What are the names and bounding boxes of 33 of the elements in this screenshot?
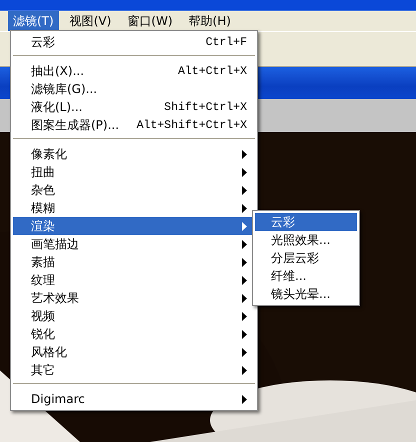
menu-title[interactable]: 滤镜(T) xyxy=(8,10,59,32)
menu-item[interactable]: 模糊 xyxy=(13,199,255,217)
menu-item[interactable]: 纤维... xyxy=(255,267,357,285)
menu-item[interactable]: 画笔描边 xyxy=(13,235,255,253)
menu-item[interactable]: 素描 xyxy=(13,253,255,271)
menu-item[interactable]: 渲染 xyxy=(13,217,255,235)
menu-item[interactable]: 锐化 xyxy=(13,325,255,343)
menu-item[interactable]: 艺术效果 xyxy=(13,289,255,307)
menu-item[interactable]: 抽出(X)... Alt+Ctrl+X xyxy=(13,62,255,80)
menu-title[interactable]: 帮助(H) xyxy=(184,10,236,32)
menu-item[interactable]: 液化(L)... Shift+Ctrl+X xyxy=(13,98,255,116)
menu-title[interactable]: 视图(V) xyxy=(64,10,116,32)
menu-title[interactable]: 窗口(W) xyxy=(122,10,178,32)
shortcut-text: Shift+Ctrl+X xyxy=(164,100,247,114)
menu-item[interactable]: 云彩 Ctrl+F xyxy=(13,33,255,51)
menu-item[interactable]: 光照效果... xyxy=(255,231,357,249)
menu-item[interactable]: 像素化 xyxy=(13,145,255,163)
menu-item[interactable]: 风格化 xyxy=(13,343,255,361)
menu-item[interactable]: 纹理 xyxy=(13,271,255,289)
menu-item[interactable]: 扭曲 xyxy=(13,163,255,181)
menu-item[interactable]: 杂色 xyxy=(13,181,255,199)
menu-item[interactable]: 其它 xyxy=(13,361,255,379)
shortcut-text: Alt+Shift+Ctrl+X xyxy=(136,118,247,132)
shortcut-text: Alt+Ctrl+X xyxy=(178,64,247,78)
menu-item[interactable]: 分层云彩 xyxy=(255,249,357,267)
menu-item[interactable]: Digimarc xyxy=(13,390,255,408)
menu-item[interactable]: 镜头光晕... xyxy=(255,285,357,303)
menu-item[interactable]: 图案生成器(P)... Alt+Shift+Ctrl+X xyxy=(13,116,255,134)
shortcut-text: Ctrl+F xyxy=(206,36,247,48)
menu-item[interactable]: 滤镜库(G)... xyxy=(13,80,255,98)
menu-item[interactable]: 云彩 xyxy=(255,213,357,231)
submenu-arrow-icon xyxy=(242,394,247,404)
menu-item[interactable]: 视频 xyxy=(13,307,255,325)
